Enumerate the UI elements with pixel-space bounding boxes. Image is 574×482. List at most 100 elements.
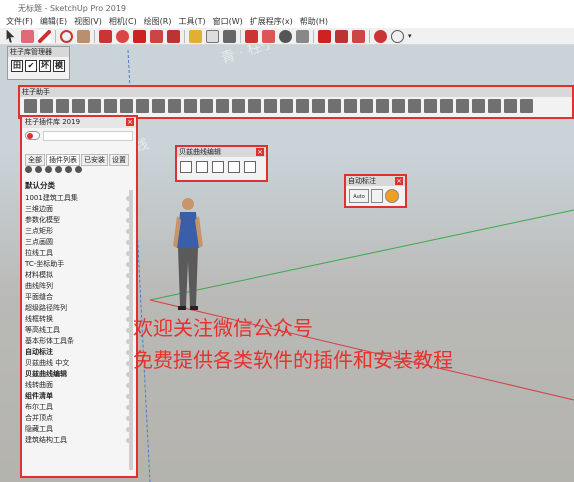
warehouse-icon[interactable] [318,29,331,43]
bezier-tool-icon[interactable] [196,161,208,173]
plugin-manager-button-1[interactable]: 田 [11,60,23,72]
text-icon[interactable] [206,29,219,43]
offset-icon[interactable] [167,29,180,43]
download-icon[interactable] [55,166,62,173]
tool-icon[interactable] [488,99,501,113]
tool-icon[interactable] [136,99,149,113]
menu-file[interactable]: 文件(F) [4,15,38,28]
menu-draw[interactable]: 绘图(R) [142,15,177,28]
tab-settings[interactable]: 设置 [109,154,129,166]
close-icon[interactable]: × [126,118,134,126]
list-item[interactable]: 建筑结构工具 [25,435,133,446]
list-item[interactable]: 线框转换 [25,314,133,325]
tab-plugin-list[interactable]: 插件列表 [46,154,80,166]
menu-help[interactable]: 帮助(H) [298,15,333,28]
layout-icon[interactable] [352,29,365,43]
list-item[interactable]: 参数化模型 [25,215,133,226]
tool-icon[interactable] [88,99,101,113]
pencil-icon[interactable] [38,29,51,43]
arc-icon[interactable] [60,29,73,43]
tool-icon[interactable] [360,99,373,113]
bezier-tool-icon[interactable] [180,161,192,173]
menu-tools[interactable]: 工具(T) [177,15,211,28]
tool-icon[interactable] [56,99,69,113]
tool-icon[interactable] [200,99,213,113]
settings-icon[interactable] [45,166,52,173]
list-item[interactable]: TC-坐标助手 [25,259,133,270]
category-title[interactable]: 默认分类 [25,180,55,191]
list-item[interactable]: 组件清单 [25,391,133,402]
tool-icon[interactable] [312,99,325,113]
list-item[interactable]: 布尔工具 [25,402,133,413]
close-icon[interactable]: × [395,177,403,185]
rotate-icon[interactable] [133,29,146,43]
tool-icon[interactable] [216,99,229,113]
tool-icon[interactable] [344,99,357,113]
zoom-extents-icon[interactable] [296,29,309,43]
list-item[interactable]: 拉线工具 [25,248,133,259]
paint-bucket-icon[interactable] [223,29,236,43]
tool-icon[interactable] [40,99,53,113]
tool-icon[interactable] [328,99,341,113]
extension-manager-icon[interactable] [374,29,387,43]
tool-icon[interactable] [232,99,245,113]
tool-icon[interactable] [504,99,517,113]
select-icon[interactable] [6,29,15,43]
tool-icon[interactable] [520,99,533,113]
info-icon[interactable] [75,166,82,173]
bezier-tool-icon[interactable] [228,161,240,173]
list-item[interactable]: 自动标注 [25,347,133,358]
plugin-manager-button-3[interactable]: 坏 [39,60,51,72]
tool-icon[interactable] [472,99,485,113]
list-item[interactable]: 贝兹曲线 中文 [25,358,133,369]
tool-icon[interactable] [72,99,85,113]
library-search-input[interactable] [43,131,133,141]
list-item[interactable]: 1001建筑工具集 [25,193,133,204]
account-icon[interactable] [391,29,404,43]
tool-icon[interactable] [424,99,437,113]
list-item[interactable]: 材料模拟 [25,270,133,281]
tool-icon[interactable] [104,99,117,113]
enable-toggle[interactable] [25,131,40,140]
list-item[interactable]: 三维边面 [25,204,133,215]
list-item[interactable]: 三点矩形 [25,226,133,237]
tool-icon[interactable] [440,99,453,113]
tool-icon[interactable] [24,99,37,113]
gear-icon[interactable] [385,189,399,203]
tool-icon[interactable] [184,99,197,113]
add-icon[interactable] [25,166,32,173]
list-item[interactable]: 线转曲面 [25,380,133,391]
pan-icon[interactable] [262,29,275,43]
tab-installed[interactable]: 已安装 [81,154,108,166]
tool-icon[interactable] [152,99,165,113]
plugin-manager-button-4[interactable]: 模 [53,60,65,72]
tool-icon[interactable] [120,99,133,113]
list-item[interactable]: 隐藏工具 [25,424,133,435]
tape-measure-icon[interactable] [189,29,202,43]
move-icon[interactable] [116,29,129,43]
list-item[interactable]: 等高线工具 [25,325,133,336]
shape-icon[interactable] [77,29,90,43]
tool-icon[interactable] [456,99,469,113]
list-item[interactable]: 三点画圆 [25,237,133,248]
menu-extensions[interactable]: 扩展程序(x) [248,15,298,28]
tool-icon[interactable] [280,99,293,113]
list-item[interactable]: 曲线阵列 [25,281,133,292]
list-item[interactable]: 超级路径阵列 [25,303,133,314]
orbit-icon[interactable] [245,29,258,43]
tool-icon[interactable] [248,99,261,113]
folder-icon[interactable] [65,166,72,173]
close-icon[interactable]: × [256,148,264,156]
chevron-down-icon[interactable]: ▾ [408,32,412,40]
menu-window[interactable]: 窗口(W) [211,15,248,28]
menu-view[interactable]: 视图(V) [72,15,107,28]
vertical-label-icon[interactable] [371,189,383,203]
tool-icon[interactable] [296,99,309,113]
tool-icon[interactable] [408,99,421,113]
list-item[interactable]: 合并顶点 [25,413,133,424]
extension-warehouse-icon[interactable] [335,29,348,43]
push-pull-icon[interactable] [99,29,112,43]
menu-camera[interactable]: 相机(C) [107,15,142,28]
tool-icon[interactable] [376,99,389,113]
refresh-icon[interactable] [35,166,42,173]
